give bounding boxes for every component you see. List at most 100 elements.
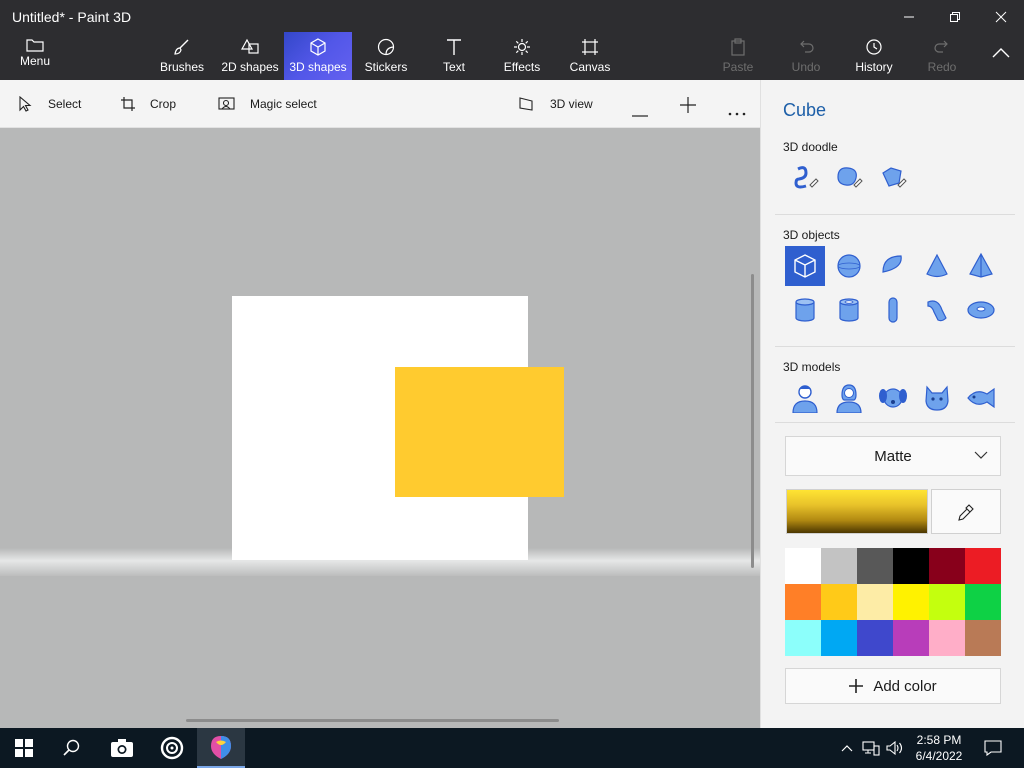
- minimize-icon: [904, 16, 914, 18]
- palette-swatch[interactable]: [857, 548, 893, 584]
- action-center-button[interactable]: [978, 728, 1008, 768]
- notification-icon: [984, 740, 1002, 756]
- taskbar: 2:58 PM 6/4/2022: [0, 728, 1024, 768]
- vertical-scrollbar[interactable]: [751, 274, 754, 568]
- eyedropper-button[interactable]: [931, 489, 1001, 534]
- palette-swatch[interactable]: [821, 620, 857, 656]
- palette-swatch[interactable]: [965, 620, 1001, 656]
- palette-swatch[interactable]: [857, 620, 893, 656]
- redo-button[interactable]: Redo: [920, 32, 964, 80]
- more-options-button[interactable]: [728, 103, 746, 121]
- current-color-swatch[interactable]: [786, 489, 928, 534]
- restore-button[interactable]: [932, 2, 978, 32]
- tool-stickers[interactable]: Stickers: [362, 32, 410, 80]
- soft-edge-doodle-button[interactable]: [829, 158, 869, 198]
- tool-effects[interactable]: Effects: [500, 32, 544, 80]
- eyedropper-icon: [958, 503, 974, 521]
- taskbar-camera-app[interactable]: [98, 728, 146, 768]
- cursor-icon: [19, 96, 32, 112]
- collapse-ribbon-button[interactable]: [992, 46, 1010, 64]
- capsule-icon: [888, 297, 898, 323]
- palette-swatch[interactable]: [785, 548, 821, 584]
- panel-title: Cube: [783, 100, 827, 120]
- tool-2d-shapes[interactable]: 2D shapes: [220, 32, 280, 80]
- add-color-button[interactable]: Add color: [785, 668, 1001, 704]
- palette-swatch[interactable]: [929, 620, 965, 656]
- canvas-toolbar: Select Crop Magic select 3D view: [0, 80, 760, 128]
- action-label: History: [855, 60, 893, 74]
- object-cube-button[interactable]: [785, 246, 825, 286]
- object-cone-button[interactable]: [917, 246, 957, 286]
- tool-brushes[interactable]: Brushes: [158, 32, 206, 80]
- redo-icon: [934, 40, 948, 53]
- select-button[interactable]: Select: [18, 94, 81, 114]
- object-sphere-button[interactable]: [829, 246, 869, 286]
- palette-swatch[interactable]: [821, 548, 857, 584]
- model-man-button[interactable]: [785, 378, 825, 418]
- tool-3d-shapes[interactable]: 3D shapes: [284, 32, 352, 80]
- object-capsule-button[interactable]: [873, 290, 913, 330]
- zoom-out-button[interactable]: [632, 104, 648, 122]
- palette-swatch[interactable]: [929, 584, 965, 620]
- hemisphere-icon: [882, 255, 902, 273]
- crop-label: Crop: [150, 97, 177, 111]
- doodle-soft-icon: [837, 167, 863, 188]
- taskbar-search-button[interactable]: [48, 728, 96, 768]
- groove-music-icon: [160, 736, 184, 760]
- canvas-area[interactable]: [0, 128, 760, 728]
- undo-button[interactable]: Undo: [784, 32, 828, 80]
- 3d-view-button[interactable]: 3D view: [518, 94, 593, 114]
- palette-swatch[interactable]: [965, 548, 1001, 584]
- close-button[interactable]: [978, 2, 1024, 32]
- palette-swatch[interactable]: [821, 584, 857, 620]
- start-button[interactable]: [0, 728, 48, 768]
- object-curved-cylinder-button[interactable]: [917, 290, 957, 330]
- menu-button[interactable]: Menu: [10, 38, 60, 78]
- object-donut-button[interactable]: [961, 290, 1001, 330]
- ribbon: Untitled* - Paint 3D Menu Brushes 2D sha…: [0, 0, 1024, 80]
- model-dog-button[interactable]: [873, 378, 913, 418]
- 3d-cube-object[interactable]: [395, 367, 564, 497]
- taskbar-clock[interactable]: 2:58 PM 6/4/2022: [912, 732, 966, 764]
- divider: [775, 422, 1015, 423]
- action-label: Redo: [927, 60, 957, 74]
- sharp-edge-doodle-button[interactable]: [785, 158, 825, 198]
- model-fish-button[interactable]: [961, 378, 1001, 418]
- model-woman-button[interactable]: [829, 378, 869, 418]
- object-tube-button[interactable]: [829, 290, 869, 330]
- palette-swatch[interactable]: [893, 620, 929, 656]
- object-cylinder-button[interactable]: [785, 290, 825, 330]
- show-hidden-icons-button[interactable]: [838, 728, 856, 768]
- search-icon: [63, 739, 80, 756]
- minimize-button[interactable]: [886, 2, 932, 32]
- object-pyramid-button[interactable]: [961, 246, 1001, 286]
- history-button[interactable]: History: [850, 32, 898, 80]
- pyramid-icon: [969, 252, 993, 278]
- palette-swatch[interactable]: [893, 548, 929, 584]
- network-button[interactable]: [860, 728, 882, 768]
- model-cat-button[interactable]: [917, 378, 957, 418]
- tool-label: 3D shapes: [289, 60, 347, 74]
- palette-swatch[interactable]: [857, 584, 893, 620]
- palette-swatch[interactable]: [785, 620, 821, 656]
- magic-select-icon: [218, 97, 235, 110]
- taskbar-groove-app[interactable]: [148, 728, 196, 768]
- material-dropdown[interactable]: Matte: [785, 436, 1001, 476]
- paste-button[interactable]: Paste: [716, 32, 760, 80]
- dog-model-icon: [879, 388, 907, 408]
- object-hemisphere-button[interactable]: [873, 246, 913, 286]
- palette-swatch[interactable]: [893, 584, 929, 620]
- palette-swatch[interactable]: [929, 548, 965, 584]
- palette-swatch[interactable]: [785, 584, 821, 620]
- sticker-icon: [377, 38, 395, 56]
- tool-text[interactable]: Text: [436, 32, 472, 80]
- palette-swatch[interactable]: [965, 584, 1001, 620]
- magic-select-button[interactable]: Magic select: [218, 94, 317, 114]
- zoom-in-button[interactable]: [680, 97, 696, 118]
- horizontal-scrollbar[interactable]: [186, 719, 559, 722]
- tool-canvas[interactable]: Canvas: [566, 32, 614, 80]
- crop-button[interactable]: Crop: [120, 94, 176, 114]
- volume-button[interactable]: [884, 728, 906, 768]
- taskbar-paint3d-app[interactable]: [197, 728, 245, 768]
- tube-doodle-button[interactable]: [873, 158, 913, 198]
